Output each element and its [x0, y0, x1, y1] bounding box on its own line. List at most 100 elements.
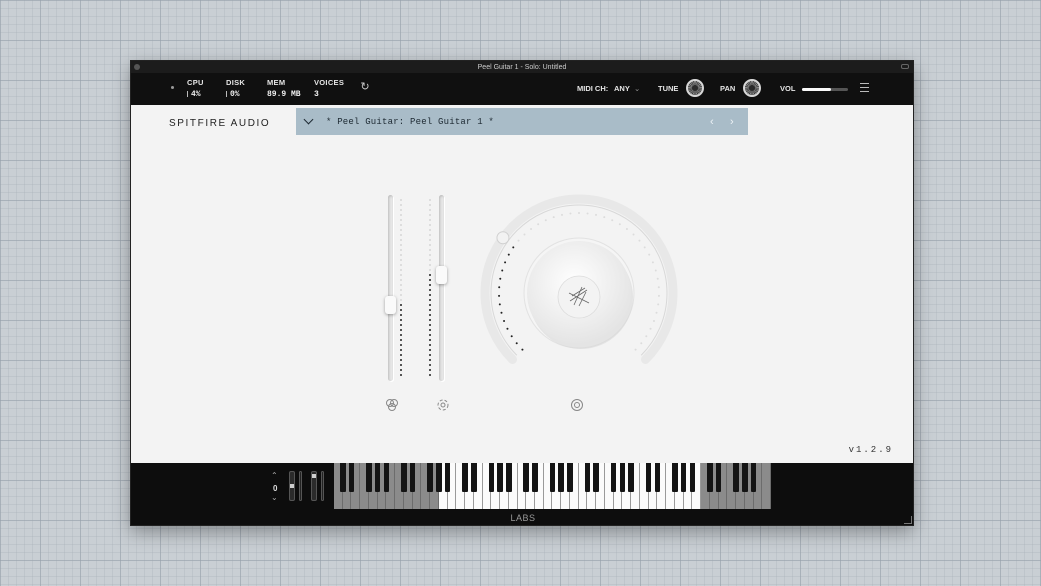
pitch-wheel-track — [299, 471, 302, 501]
dial-dot — [656, 277, 659, 280]
level-dot — [429, 289, 431, 291]
dynamics-fader[interactable] — [436, 195, 447, 381]
chevron-down-icon[interactable] — [303, 114, 314, 125]
black-key[interactable] — [628, 463, 634, 492]
octave-down-icon[interactable]: ⌄ — [271, 493, 278, 502]
tune-knob[interactable] — [686, 79, 704, 97]
midi-channel-select[interactable]: ANY — [614, 84, 630, 93]
cpu-value: 4% — [191, 90, 201, 99]
level-dot — [400, 199, 402, 201]
black-key[interactable] — [436, 463, 442, 492]
black-key[interactable] — [339, 463, 346, 492]
black-key[interactable] — [444, 463, 451, 492]
window-resize-button[interactable] — [901, 64, 909, 69]
black-key[interactable] — [558, 463, 565, 492]
black-key[interactable] — [488, 463, 495, 492]
expression-fader[interactable] — [385, 195, 396, 381]
level-dot — [429, 334, 431, 336]
level-dot — [400, 209, 402, 211]
black-key[interactable] — [619, 463, 626, 492]
expression-fader-thumb[interactable] — [385, 295, 396, 314]
black-key[interactable] — [366, 463, 372, 492]
level-dot — [400, 279, 402, 281]
black-key[interactable] — [672, 463, 678, 492]
cpu-label: CPU — [187, 78, 204, 87]
black-key[interactable] — [707, 463, 713, 492]
resize-grip-icon[interactable] — [904, 516, 912, 524]
previous-preset-icon[interactable]: ‹ — [710, 116, 714, 128]
black-key[interactable] — [645, 463, 652, 492]
chevron-down-icon[interactable]: ⌄ — [634, 84, 640, 93]
mod-wheel[interactable] — [311, 471, 317, 501]
black-key[interactable] — [610, 463, 617, 492]
settings-icon[interactable] — [860, 83, 869, 92]
dial-dot — [500, 311, 503, 314]
level-dot — [429, 364, 431, 366]
black-key[interactable] — [654, 463, 661, 492]
level-dot — [400, 204, 402, 206]
level-dot — [400, 264, 402, 266]
black-key[interactable] — [741, 463, 748, 492]
volume-slider[interactable] — [802, 88, 848, 91]
black-key[interactable] — [532, 463, 538, 492]
dial-dot — [515, 342, 518, 345]
voices-label: VOICES — [314, 78, 345, 87]
level-dot — [400, 274, 402, 276]
white-key[interactable] — [762, 463, 771, 509]
next-preset-icon[interactable]: › — [730, 116, 734, 128]
level-dot — [429, 309, 431, 311]
black-key[interactable] — [567, 463, 573, 492]
black-key[interactable] — [689, 463, 696, 492]
black-key[interactable] — [680, 463, 687, 492]
dial-dot — [657, 286, 660, 289]
dial-handle[interactable] — [496, 231, 510, 245]
reverb-dial[interactable] — [479, 193, 679, 393]
level-dot — [400, 224, 402, 226]
octave-up-icon[interactable]: ⌃ — [271, 471, 278, 480]
black-key[interactable] — [462, 463, 468, 492]
level-dot — [429, 339, 431, 341]
black-key[interactable] — [497, 463, 503, 492]
level-dot — [400, 314, 402, 316]
dynamics-icon — [436, 398, 450, 412]
black-key[interactable] — [584, 463, 591, 492]
menu-dot-icon[interactable] — [171, 86, 174, 89]
dial-dot — [498, 286, 501, 289]
dial-dot — [544, 219, 547, 222]
pitch-wheel[interactable] — [289, 471, 295, 501]
preset-name[interactable]: * Peel Guitar: Peel Guitar 1 * — [326, 117, 494, 127]
expression-level-dots — [400, 199, 402, 379]
black-key[interactable] — [383, 463, 390, 492]
level-dot — [429, 199, 431, 201]
mem-meter: MEM 89.9 MB — [267, 78, 301, 99]
pan-knob[interactable] — [743, 79, 761, 97]
level-dot — [429, 264, 431, 266]
window-close-button[interactable] — [134, 64, 140, 70]
black-key[interactable] — [506, 463, 512, 492]
black-key[interactable] — [715, 463, 722, 492]
black-key[interactable] — [409, 463, 416, 492]
dial-dot — [578, 212, 580, 214]
black-key[interactable] — [593, 463, 599, 492]
level-dot — [429, 304, 431, 306]
black-key[interactable] — [750, 463, 757, 492]
black-key[interactable] — [348, 463, 355, 492]
dial-dot — [521, 348, 524, 351]
black-key[interactable] — [374, 463, 381, 492]
level-dot — [429, 229, 431, 231]
black-key[interactable] — [401, 463, 407, 492]
black-key[interactable] — [471, 463, 477, 492]
dial-dot — [654, 269, 657, 272]
refresh-icon[interactable]: ↻ — [359, 81, 371, 93]
dial-dot — [634, 348, 637, 351]
window-title: Peel Guitar 1 - Solo: Untitled — [477, 63, 567, 71]
black-key[interactable] — [733, 463, 739, 492]
dynamics-fader-thumb[interactable] — [436, 265, 447, 284]
preset-browser[interactable]: * Peel Guitar: Peel Guitar 1 * ‹ › — [296, 108, 748, 135]
black-key[interactable] — [549, 463, 556, 492]
level-dot — [429, 239, 431, 241]
piano-keyboard[interactable] — [334, 463, 771, 509]
level-dot — [400, 254, 402, 256]
black-key[interactable] — [523, 463, 530, 492]
black-key[interactable] — [427, 463, 433, 492]
